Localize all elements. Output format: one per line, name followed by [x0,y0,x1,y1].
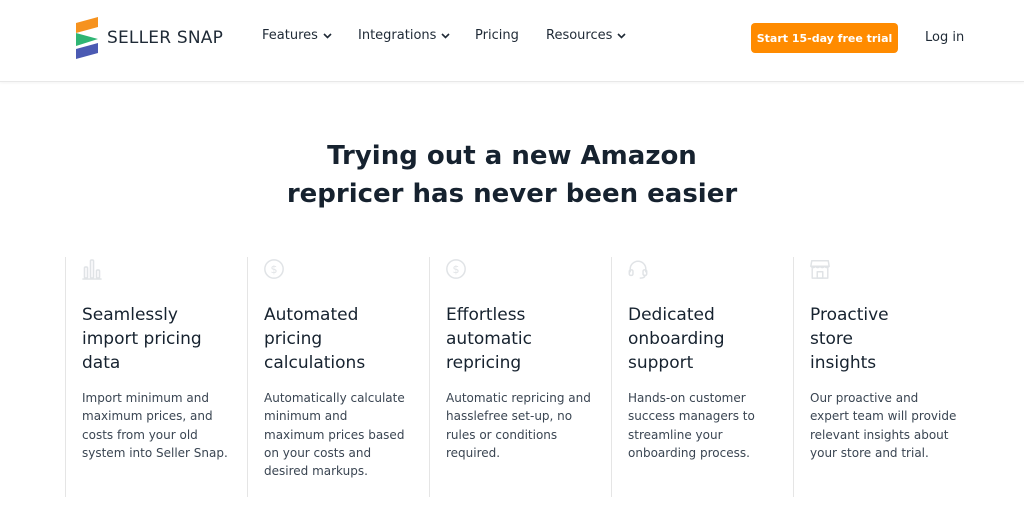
feature-title-line: Effortless [446,305,526,325]
feature-title: Seamlessly import pricing data [82,303,232,375]
svg-text:$: $ [271,263,278,276]
feature-card-repricing: $ Effortless automatic repricing Automat… [429,257,611,497]
feature-description-line: costs from your old [82,427,198,442]
feature-title-line: import pricing [82,329,202,349]
feature-description-line: relevant insights about [810,427,949,442]
feature-description-line: streamline your [628,427,723,442]
feature-description-line: Automatically calculate [264,391,405,405]
seller-snap-logo-icon [76,17,98,59]
storefront-icon [810,260,830,279]
feature-description-line: system into Seller Snap. [82,445,228,460]
nav-item-label: Pricing [475,28,519,43]
feature-title-line: Proactive [810,305,889,325]
svg-text:$: $ [453,263,460,276]
nav-item-integrations[interactable]: Integrations [358,28,450,43]
feature-title-line: pricing [264,329,323,349]
feature-title: Automated pricing calculations [264,303,414,375]
chevron-down-icon [617,32,626,39]
feature-title: Proactive store insights [810,303,960,375]
feature-description-line: desired markups. [264,464,368,479]
feature-title-line: Automated [264,305,359,325]
feature-description: Our proactive and expert team will provi… [810,389,974,462]
feature-card-import: Seamlessly import pricing data Import mi… [65,257,247,497]
logo[interactable]: SELLER SNAP [76,17,223,59]
feature-title-line: store [810,329,853,349]
hero-headline-line: Trying out a new Amazon [327,141,697,171]
nav-item-features[interactable]: Features [262,28,332,43]
feature-description-line: maximum prices, and [82,409,213,424]
feature-title-line: calculations [264,353,366,373]
feature-description-line: maximum prices based [264,427,405,442]
feature-description-line: hasslefree set-up, no [446,409,573,424]
feature-description-line: rules or conditions [446,427,558,442]
dollar-coin-icon: $ [446,259,466,279]
feature-description-line: onboarding process. [628,445,750,460]
feature-description: Import minimum and maximum prices, and c… [82,389,246,462]
feature-description-line: minimum and [264,409,348,424]
nav-item-label: Integrations [358,28,437,43]
features-grid: Seamlessly import pricing data Import mi… [65,257,975,497]
login-link[interactable]: Log in [925,30,964,45]
brand-name: SELLER SNAP [107,28,224,48]
feature-title-line: onboarding [628,329,725,349]
chevron-down-icon [323,32,332,39]
feature-description-line: expert team will provide [810,409,957,424]
feature-title-line: insights [810,353,877,373]
nav-item-resources[interactable]: Resources [546,28,626,43]
dollar-coin-icon: $ [264,259,284,279]
feature-card-calculations: $ Automated pricing calculations Automat… [247,257,429,497]
hero-headline-line: repricer has never been easier [286,179,738,209]
site-header: SELLER SNAP Features Integrations Pricin… [0,0,1024,82]
headset-icon [628,260,648,279]
feature-description-line: required. [446,445,501,460]
feature-description-line: on your costs and [264,445,372,460]
nav-item-pricing[interactable]: Pricing [475,28,519,43]
bar-chart-icon [82,259,102,280]
feature-description-line: Hands-on customer [628,391,746,405]
feature-card-onboarding: Dedicated onboarding support Hands-on cu… [611,257,793,497]
feature-title-line: data [82,353,121,373]
feature-description: Hands-on customer success managers to st… [628,389,792,462]
hero-headline: Trying out a new Amazon repricer has nev… [212,137,812,213]
feature-title: Effortless automatic repricing [446,303,596,375]
feature-title: Dedicated onboarding support [628,303,778,375]
feature-description: Automatic repricing and hasslefree set-u… [446,389,610,462]
nav-item-label: Features [262,28,318,43]
feature-description-line: Our proactive and [810,391,919,405]
nav-item-label: Resources [546,28,613,43]
feature-description: Automatically calculate minimum and maxi… [264,389,428,480]
feature-description-line: success managers to [628,409,755,424]
feature-title-line: Seamlessly [82,305,178,325]
start-trial-button[interactable]: Start 15-day free trial [751,23,898,53]
feature-title-line: automatic [446,329,532,349]
feature-title-line: repricing [446,353,522,373]
feature-title-line: Dedicated [628,305,715,325]
feature-title-line: support [628,353,694,373]
feature-card-insights: Proactive store insights Our proactive a… [793,257,975,497]
feature-description-line: your store and trial. [810,445,929,460]
feature-description-line: Automatic repricing and [446,391,591,405]
feature-description-line: Import minimum and [82,391,209,405]
chevron-down-icon [441,32,450,39]
